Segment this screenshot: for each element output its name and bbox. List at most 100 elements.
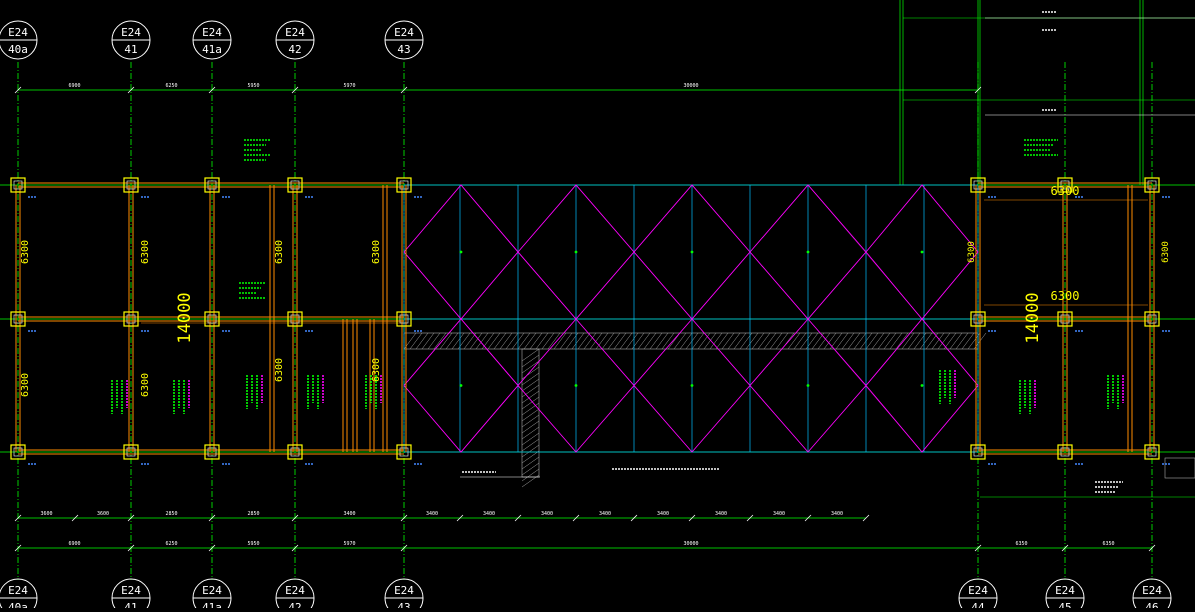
axis-bubble-bottom-bottom: 46 — [1145, 601, 1158, 608]
axis-bubble-top-top: E24 — [121, 26, 141, 39]
hatch-stroke — [409, 332, 423, 350]
brace-node — [920, 250, 924, 254]
hatch-stroke — [607, 332, 621, 350]
dim-bottom-1-text: 3400 — [773, 511, 785, 517]
hatch-stroke — [691, 332, 705, 350]
hatch-stroke — [521, 354, 540, 368]
hatch-stroke — [535, 332, 549, 350]
hatch-stroke — [655, 332, 669, 350]
hatch-stroke — [649, 332, 663, 350]
hatch-stroke — [421, 332, 435, 350]
brace-node — [574, 384, 578, 387]
dim-bottom-1-text: 3400 — [343, 511, 355, 517]
axis-bubble-top-top: E24 — [8, 26, 28, 39]
hatch-stroke — [529, 332, 543, 350]
axis-bubble-top-top: E24 — [285, 26, 305, 39]
hatch-stroke — [763, 332, 777, 350]
bay-dim-text: 6300 — [274, 240, 285, 264]
axis-bubble-bottom-bottom: 44 — [971, 601, 985, 608]
dim-bottom-2-text: 6250 — [165, 541, 177, 547]
hatch-stroke — [577, 332, 591, 350]
hatch-stroke — [481, 332, 495, 350]
axis-bubble-top-bottom: 40a — [8, 43, 28, 56]
hatch-stroke — [757, 332, 771, 350]
axis-bubble-top-top: E24 — [394, 26, 414, 39]
hatch-stroke — [521, 462, 540, 476]
brace-node — [806, 384, 810, 387]
hatch-stroke — [517, 332, 531, 350]
brace-node — [459, 250, 463, 254]
hatch-stroke — [521, 348, 540, 362]
dim-bottom-1-text: 3400 — [541, 511, 553, 517]
annotation-notes — [28, 11, 1170, 493]
axis-bubble-bottom-top: E24 — [1055, 584, 1075, 597]
hatch-stroke — [427, 332, 441, 350]
hatch-stroke — [853, 332, 867, 350]
hatch-stroke — [937, 332, 951, 350]
hatch-stroke — [445, 332, 459, 350]
dim-top-text: 30000 — [683, 83, 698, 89]
hatch-stroke — [907, 332, 921, 350]
hatch-stroke — [643, 332, 657, 350]
hatch-stroke — [521, 372, 540, 386]
dim-bottom-2-text: 5950 — [247, 541, 259, 547]
hatch-stroke — [521, 450, 540, 464]
hatch-stroke — [613, 332, 627, 350]
dim-bottom-1-text: 3400 — [657, 511, 669, 517]
axis-bubble-bottom-bottom: 41 — [124, 601, 137, 608]
dim-bottom-1-text: 3400 — [831, 511, 843, 517]
dim-bottom-2-text: 6350 — [1102, 541, 1114, 547]
hatch-stroke — [841, 332, 855, 350]
axis-bubble-bottom-top: E24 — [8, 584, 28, 597]
axis-bubble-bottom-top: E24 — [968, 584, 988, 597]
cad-drawing-canvas[interactable]: 6900 6250 5950 5970 30000 3600 3600 2850 2850 340… — [0, 0, 1195, 612]
dim-top-text: 6900 — [68, 83, 80, 89]
hatch-stroke — [521, 432, 540, 446]
bay-dim-text: 6300 — [20, 240, 31, 264]
dim-top-text: 5950 — [247, 83, 259, 89]
hatch-stroke — [697, 332, 711, 350]
axis-bubble-bottom-bottom: 40a — [8, 601, 28, 608]
hatch-stroke — [521, 384, 540, 398]
hatch-stroke — [521, 426, 540, 440]
hatch-stroke — [721, 332, 735, 350]
axis-bubble-bottom-bottom: 41a — [202, 601, 222, 608]
hatch-stroke — [949, 332, 963, 350]
hatch-stroke — [521, 414, 540, 428]
hatch-stroke — [775, 332, 789, 350]
overall-dim-text: 14000 — [1023, 292, 1043, 343]
hatch-stroke — [601, 332, 615, 350]
hatch-stroke — [553, 332, 567, 350]
hatch-stroke — [521, 444, 540, 458]
dim-bottom-1-text: 2850 — [247, 511, 259, 517]
structural-plan-drawing[interactable]: 6900 6250 5950 5970 30000 3600 3600 2850 2850 340… — [0, 0, 1195, 612]
dim-bottom-1-text: 3400 — [599, 511, 611, 517]
hatch-stroke — [715, 332, 729, 350]
hatch-corner — [1164, 457, 1195, 479]
hatch-stroke — [493, 332, 507, 350]
dim-bottom-1-text: 3400 — [426, 511, 438, 517]
hatch-stroke — [799, 332, 813, 350]
hatch-stroke — [769, 332, 783, 350]
hatch-stroke — [571, 332, 585, 350]
brace-node — [920, 384, 924, 387]
axis-bubble-top-bottom: 41a — [202, 43, 222, 56]
axis-grid-lines — [0, 0, 1195, 580]
hatch-stroke — [547, 332, 561, 350]
bay-dim-text: 6300 — [274, 358, 285, 382]
hatch-stroke — [727, 332, 741, 350]
dim-bottom-1-text: 3400 — [715, 511, 727, 517]
hatch-stroke — [793, 332, 807, 350]
hatch-stroke — [895, 332, 909, 350]
axis-bubble-bottom-bottom: 42 — [288, 601, 301, 608]
axis-bubble-bottom-top: E24 — [1142, 584, 1162, 597]
hatch-stroke — [835, 332, 849, 350]
hatch-stroke — [487, 332, 501, 350]
axis-bubble-top-top: E24 — [202, 26, 222, 39]
axis-bubble-bottom-bottom: 45 — [1058, 601, 1071, 608]
hatch-stroke — [733, 332, 747, 350]
bay-dim-text: 6300 — [140, 373, 151, 397]
hatch-stroke — [463, 332, 477, 350]
hatch-stroke — [523, 332, 537, 350]
axis-bubble-bottom-bottom: 43 — [397, 601, 410, 608]
